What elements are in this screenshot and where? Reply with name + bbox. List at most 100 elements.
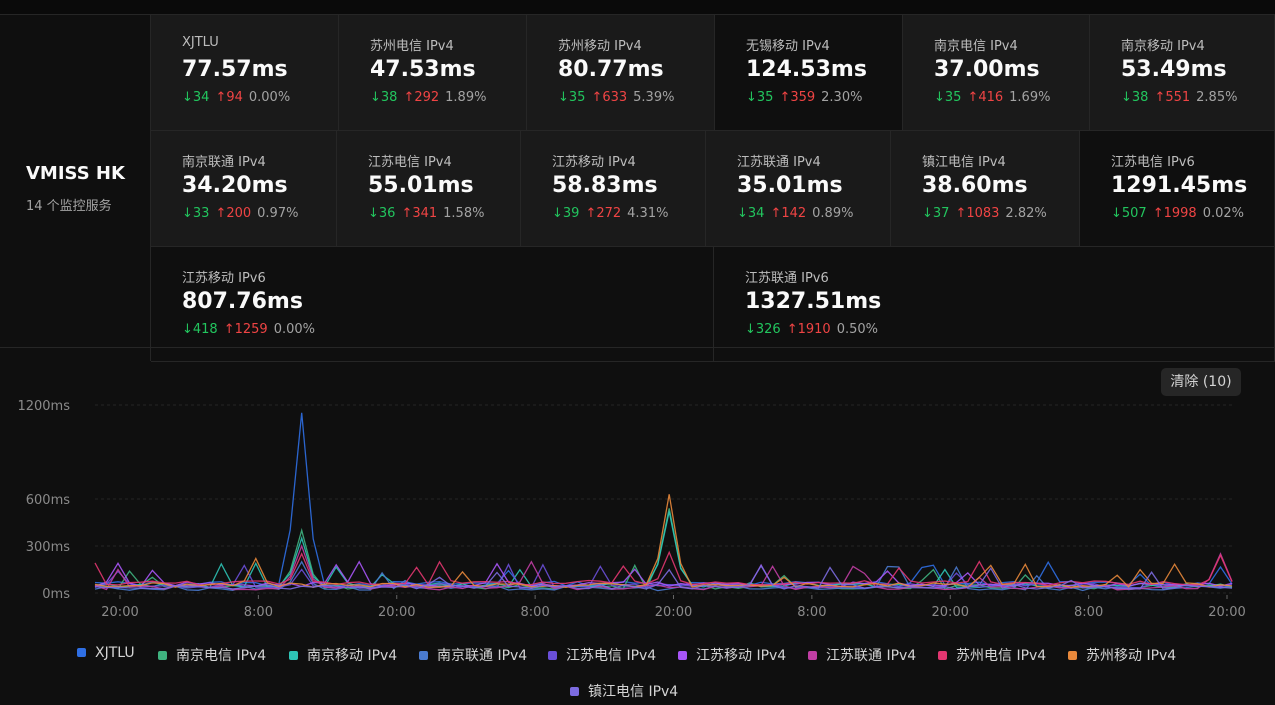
latency-chart-panel: 1200ms 600ms 300ms 0ms 20:00 8:00 20:00 8:00 20:… [0, 347, 1275, 678]
monitor-card[interactable]: 镇江电信 IPv4 38.60ms ↓37 ↑1083 2.82% [891, 131, 1080, 247]
monitor-stats: ↓326 ↑1910 0.50% [745, 322, 878, 337]
legend-item[interactable]: 南京电信 IPv4 [158, 645, 266, 665]
legend-label: 南京联通 IPv4 [437, 648, 528, 664]
monitor-name: 苏州移动 IPv4 [558, 39, 642, 54]
y-tick-label: 300ms [26, 540, 70, 555]
monitor-latency: 47.53ms [370, 57, 476, 82]
monitor-name: 南京联通 IPv4 [182, 155, 266, 170]
up-count: ↑551 [1154, 90, 1191, 105]
legend-item[interactable]: 江苏电信 IPv4 [548, 645, 656, 665]
monitor-stats: ↓39 ↑272 4.31% [552, 206, 668, 221]
y-tick-label: 600ms [26, 493, 70, 508]
monitor-name: 江苏移动 IPv6 [182, 271, 266, 286]
loss-rate: 0.00% [248, 90, 291, 105]
monitor-name: 苏州电信 IPv4 [370, 39, 454, 54]
down-count: ↓37 [922, 206, 950, 221]
legend-item[interactable]: 南京移动 IPv4 [289, 645, 397, 665]
x-tick-label: 20:00 [1208, 605, 1245, 620]
monitor-name: 无锡移动 IPv4 [746, 39, 830, 54]
up-count: ↑359 [779, 90, 816, 105]
monitor-card[interactable]: 江苏电信 IPv4 55.01ms ↓36 ↑341 1.58% [337, 131, 521, 247]
monitor-stats: ↓36 ↑341 1.58% [368, 206, 484, 221]
monitor-card[interactable]: 江苏联通 IPv4 35.01ms ↓34 ↑142 0.89% [706, 131, 891, 247]
legend-swatch [77, 648, 86, 657]
legend-label: 南京电信 IPv4 [176, 648, 267, 664]
legend-item[interactable]: 苏州电信 IPv4 [938, 645, 1046, 665]
up-count: ↑341 [401, 206, 438, 221]
down-count: ↓34 [737, 206, 765, 221]
legend-label: 南京移动 IPv4 [307, 648, 398, 664]
monitor-stats: ↓35 ↑416 1.69% [934, 90, 1050, 105]
legend-item[interactable]: 镇江电信 IPv4 [570, 681, 678, 701]
monitor-card[interactable]: 南京移动 IPv4 53.49ms ↓38 ↑551 2.85% [1090, 15, 1275, 131]
y-tick-label: 0ms [42, 587, 70, 602]
legend-item[interactable]: 苏州移动 IPv4 [1068, 645, 1176, 665]
monitor-stats: ↓37 ↑1083 2.82% [922, 206, 1047, 221]
down-count: ↓507 [1111, 206, 1147, 221]
monitor-name: 镇江电信 IPv4 [922, 155, 1006, 170]
monitor-stats: ↓35 ↑633 5.39% [558, 90, 674, 105]
loss-rate: 0.89% [812, 206, 854, 221]
up-count: ↑1910 [786, 322, 831, 337]
legend-swatch [419, 651, 428, 660]
monitor-latency: 1327.51ms [745, 289, 882, 314]
monitor-stats: ↓418 ↑1259 0.00% [182, 322, 315, 337]
monitor-card[interactable]: 南京联通 IPv4 34.20ms ↓33 ↑200 0.97% [151, 131, 337, 247]
loss-rate: 5.39% [633, 90, 675, 105]
loss-rate: 2.30% [821, 90, 863, 105]
y-tick-label: 1200ms [17, 399, 70, 414]
legend-swatch [1068, 651, 1077, 660]
legend-label: 苏州电信 IPv4 [956, 648, 1047, 664]
monitor-latency: 55.01ms [368, 173, 474, 198]
monitor-name: 南京移动 IPv4 [1121, 39, 1205, 54]
monitor-card[interactable]: 苏州移动 IPv4 80.77ms ↓35 ↑633 5.39% [527, 15, 715, 131]
down-count: ↓34 [182, 90, 210, 105]
legend-label: 镇江电信 IPv4 [588, 684, 679, 700]
x-tick-label: 8:00 [244, 605, 273, 620]
monitor-card[interactable]: XJTLU 77.57ms ↓34 ↑94 0.00% [151, 15, 339, 131]
server-subtitle: 14 个监控服务 [26, 199, 112, 214]
chart-legend: XJTLU 南京电信 IPv4 南京移动 IPv4 南京联通 IPv4 江苏电信 IPv… [0, 640, 1275, 700]
monitor-latency: 807.76ms [182, 289, 303, 314]
down-count: ↓38 [370, 90, 398, 105]
series-line [94, 412, 1233, 588]
monitor-card[interactable]: 江苏联通 IPv6 1327.51ms ↓326 ↑1910 0.50% [714, 247, 1275, 362]
monitor-stats: ↓38 ↑551 2.85% [1121, 90, 1237, 105]
monitor-card[interactable]: 苏州电信 IPv4 47.53ms ↓38 ↑292 1.89% [339, 15, 527, 131]
monitor-latency: 53.49ms [1121, 57, 1227, 82]
down-count: ↓35 [558, 90, 586, 105]
monitor-card[interactable]: 江苏移动 IPv6 807.76ms ↓418 ↑1259 0.00% [151, 247, 714, 362]
legend-swatch [158, 651, 167, 660]
down-count: ↓326 [745, 322, 781, 337]
monitor-card[interactable]: 南京电信 IPv4 37.00ms ↓35 ↑416 1.69% [903, 15, 1090, 131]
loss-rate: 4.31% [627, 206, 669, 221]
up-count: ↑200 [215, 206, 252, 221]
clear-button[interactable]: 清除 (10) [1161, 368, 1241, 396]
monitor-stats: ↓34 ↑94 0.00% [182, 90, 290, 105]
legend-item[interactable]: 江苏联通 IPv4 [808, 645, 916, 665]
legend-item[interactable]: 南京联通 IPv4 [419, 645, 527, 665]
up-count: ↑292 [403, 90, 440, 105]
monitor-card[interactable]: 江苏移动 IPv4 58.83ms ↓39 ↑272 4.31% [521, 131, 706, 247]
legend-item[interactable]: XJTLU [77, 645, 135, 661]
monitor-latency: 124.53ms [746, 57, 867, 82]
monitor-name: 南京电信 IPv4 [934, 39, 1018, 54]
up-count: ↑94 [215, 90, 243, 105]
loss-rate: 0.50% [836, 322, 879, 337]
monitor-stats: ↓507 ↑1998 0.02% [1111, 206, 1244, 221]
legend-swatch [548, 651, 557, 660]
monitor-card[interactable]: 无锡移动 IPv4 124.53ms ↓35 ↑359 2.30% [715, 15, 903, 131]
up-count: ↑272 [585, 206, 622, 221]
monitor-stats: ↓38 ↑292 1.89% [370, 90, 486, 105]
legend-swatch [678, 651, 687, 660]
legend-swatch [289, 651, 298, 660]
down-count: ↓36 [368, 206, 396, 221]
legend-item[interactable]: 江苏移动 IPv4 [678, 645, 786, 665]
monitor-card[interactable]: 江苏电信 IPv6 1291.45ms ↓507 ↑1998 0.02% [1080, 131, 1275, 247]
x-tick-label: 20:00 [378, 605, 415, 620]
loss-rate: 1.58% [443, 206, 485, 221]
legend-label: 江苏电信 IPv4 [566, 648, 657, 664]
up-count: ↑416 [967, 90, 1004, 105]
legend-label: 苏州移动 IPv4 [1086, 648, 1177, 664]
loss-rate: 1.69% [1009, 90, 1051, 105]
